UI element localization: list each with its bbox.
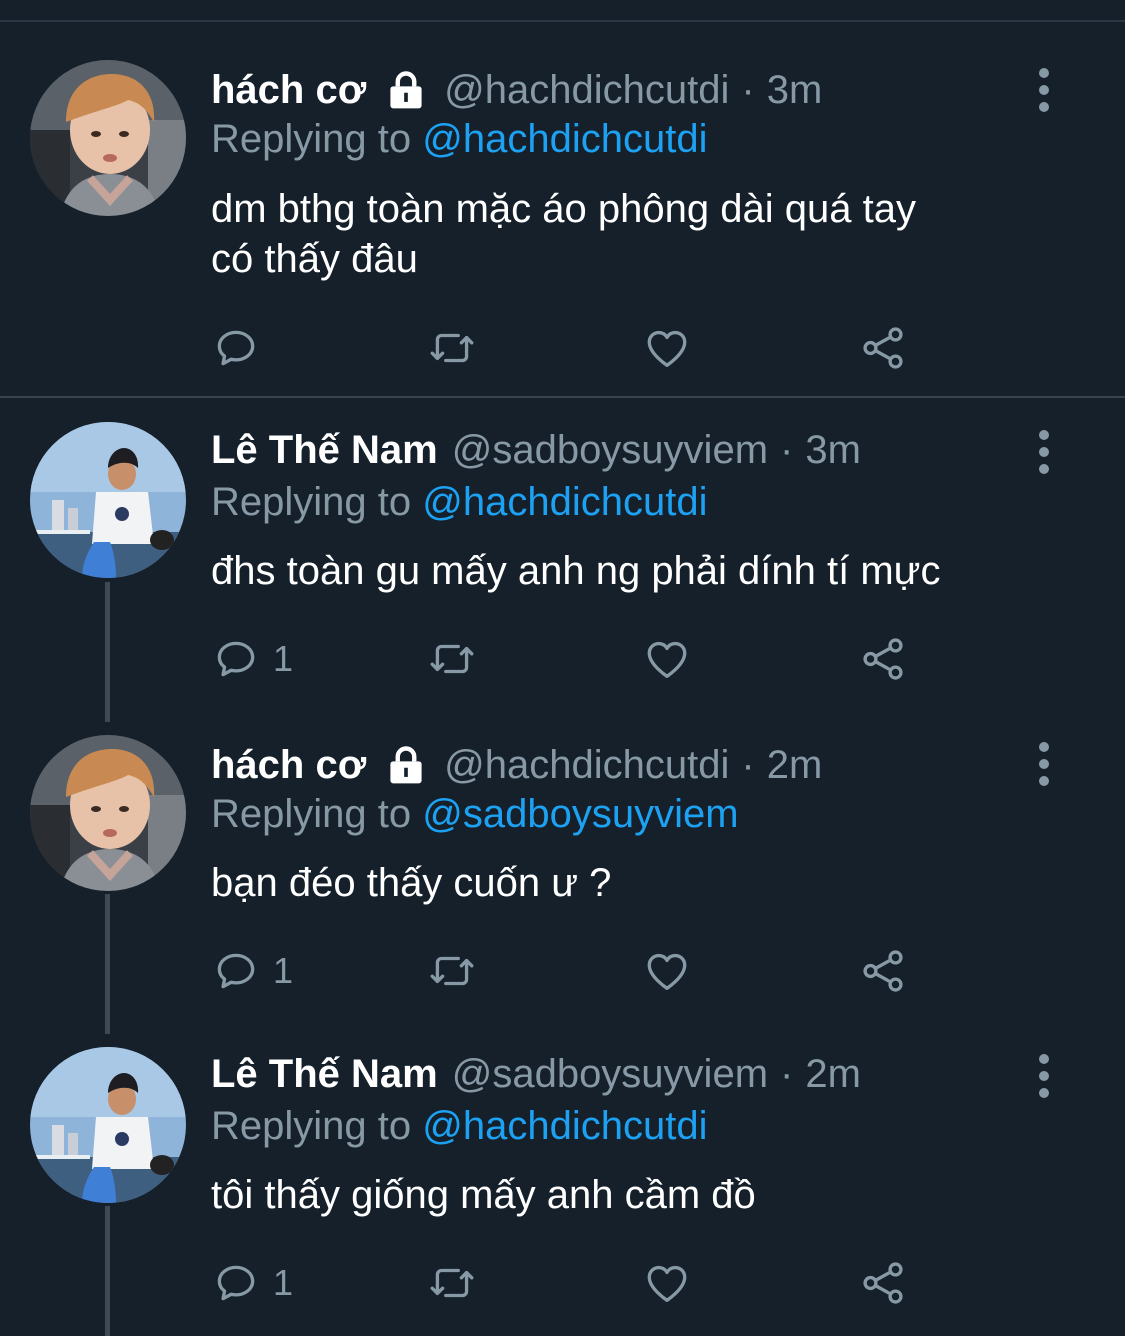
tweet-header: Lê Thế Nam @sadboysuyviem · 3m [211, 425, 861, 475]
replying-label: Replying to [211, 117, 412, 161]
like-button[interactable] [642, 322, 692, 374]
lock-icon [384, 743, 428, 787]
tweet-header: hách cơ @hachdichcutdi · 3m [211, 65, 822, 115]
top-divider [0, 20, 1125, 22]
replying-label: Replying to [211, 792, 412, 836]
retweet-button[interactable] [427, 322, 477, 374]
reply-count: 1 [273, 1262, 294, 1303]
like-button[interactable] [642, 945, 692, 997]
reply-icon [211, 946, 261, 996]
retweet-button[interactable] [427, 633, 477, 685]
like-icon [642, 323, 692, 373]
retweet-button[interactable] [427, 945, 477, 997]
avatar[interactable] [30, 422, 186, 578]
tweet-text: bạn đéo thấy cuốn ư ? [211, 858, 1091, 908]
mention-link[interactable]: @hachdichcutdi [422, 1104, 707, 1148]
reply-button[interactable]: 1 [211, 633, 293, 685]
action-bar: 1 [211, 945, 931, 997]
action-bar: 1 [211, 1257, 931, 1309]
retweet-icon [427, 323, 477, 373]
reply-button[interactable] [211, 322, 273, 374]
avatar-image [30, 60, 186, 216]
mention-link[interactable]: @sadboysuyviem [422, 792, 738, 836]
handle[interactable]: @sadboysuyviem [452, 428, 768, 473]
share-icon [858, 1258, 908, 1308]
retweet-icon [427, 1258, 477, 1308]
tweet-text: tôi thấy giống mấy anh cầm đồ [211, 1170, 1091, 1220]
share-icon [858, 946, 908, 996]
separator-dot: · [741, 742, 755, 787]
share-button[interactable] [858, 633, 908, 685]
reply-button[interactable]: 1 [211, 945, 293, 997]
reply-button[interactable]: 1 [211, 1257, 293, 1309]
lock-icon [384, 68, 428, 112]
retweet-icon [427, 946, 477, 996]
thread-line [105, 894, 110, 1034]
more-icon[interactable] [1028, 742, 1060, 786]
more-icon[interactable] [1028, 430, 1060, 474]
avatar[interactable] [30, 735, 186, 891]
reply-icon [211, 1258, 261, 1308]
thread-line [105, 582, 110, 722]
timestamp[interactable]: 2m [767, 743, 823, 788]
separator-dot: · [741, 67, 755, 112]
separator-dot: · [780, 1051, 794, 1096]
display-name[interactable]: Lê Thế Nam [211, 428, 438, 473]
mention-link[interactable]: @hachdichcutdi [422, 480, 707, 524]
like-icon [642, 634, 692, 684]
tweet-text: đhs toàn gu mấy anh ng phải dính tí mực [211, 546, 1091, 596]
like-icon [642, 1258, 692, 1308]
action-bar: 1 [211, 633, 931, 685]
more-icon[interactable] [1028, 68, 1060, 112]
more-icon[interactable] [1028, 1054, 1060, 1098]
replying-to: Replying to @hachdichcutdi [211, 117, 707, 162]
replying-label: Replying to [211, 1104, 412, 1148]
tweet-text-line: đhs toàn gu mấy anh ng phải dính tí mực [211, 549, 941, 593]
timestamp[interactable]: 2m [805, 1052, 861, 1097]
separator-dot: · [780, 427, 794, 472]
thread-line [105, 1206, 110, 1336]
retweet-button[interactable] [427, 1257, 477, 1309]
handle[interactable]: @hachdichcutdi [444, 68, 729, 113]
display-name[interactable]: hách cơ [211, 68, 366, 113]
avatar-image [30, 422, 186, 578]
like-button[interactable] [642, 633, 692, 685]
timestamp[interactable]: 3m [767, 68, 823, 113]
share-button[interactable] [858, 1257, 908, 1309]
tweet-text-line: bạn đéo thấy cuốn ư ? [211, 861, 612, 905]
tweet-text: dm bthg toàn mặc áo phông dài quá tay có… [211, 184, 1091, 284]
action-bar [211, 322, 931, 374]
replying-to: Replying to @sadboysuyviem [211, 792, 739, 837]
share-icon [858, 323, 908, 373]
mention-link[interactable]: @hachdichcutdi [422, 117, 707, 161]
reply-count: 1 [273, 950, 294, 991]
display-name[interactable]: Lê Thế Nam [211, 1052, 438, 1097]
replying-label: Replying to [211, 480, 412, 524]
tweet-header: hách cơ @hachdichcutdi · 2m [211, 740, 822, 790]
reply-icon [211, 634, 261, 684]
replying-to: Replying to @hachdichcutdi [211, 1104, 707, 1149]
display-name[interactable]: hách cơ [211, 743, 366, 788]
share-button[interactable] [858, 945, 908, 997]
tweet-divider [0, 396, 1125, 398]
reply-count: 1 [273, 638, 294, 679]
retweet-icon [427, 634, 477, 684]
share-button[interactable] [858, 322, 908, 374]
tweet-text-line: dm bthg toàn mặc áo phông dài quá tay [211, 187, 916, 231]
reply-icon [211, 323, 261, 373]
timestamp[interactable]: 3m [805, 428, 861, 473]
like-button[interactable] [642, 1257, 692, 1309]
tweet-text-line: có thấy đâu [211, 237, 418, 281]
tweet-header: Lê Thế Nam @sadboysuyviem · 2m [211, 1049, 861, 1099]
share-icon [858, 634, 908, 684]
replying-to: Replying to @hachdichcutdi [211, 480, 707, 525]
handle[interactable]: @hachdichcutdi [444, 743, 729, 788]
like-icon [642, 946, 692, 996]
avatar-image [30, 735, 186, 891]
tweet-text-line: tôi thấy giống mấy anh cầm đồ [211, 1173, 756, 1217]
avatar[interactable] [30, 1047, 186, 1203]
handle[interactable]: @sadboysuyviem [452, 1052, 768, 1097]
avatar[interactable] [30, 60, 186, 216]
avatar-image [30, 1047, 186, 1203]
